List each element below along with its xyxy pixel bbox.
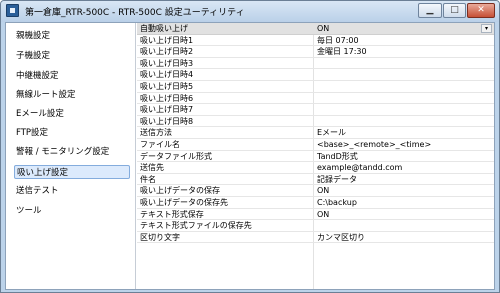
property-name: 自動吸い上げ <box>140 24 188 33</box>
property-name: 区切り文字 <box>140 232 180 242</box>
property-name: 吸い上げ日時8 <box>140 116 194 126</box>
property-row[interactable]: 吸い上げデータの保存 ON <box>137 185 494 197</box>
close-button[interactable]: ✕ <box>467 3 495 18</box>
property-value[interactable]: ON <box>317 209 329 220</box>
app-window: 第一倉庫_RTR-500C - RTR-500C 設定ユーティリティ ▁ □ ✕… <box>0 0 500 293</box>
property-row[interactable]: 送信先 example@tandd.com <box>137 162 494 174</box>
maximize-button[interactable]: □ <box>443 3 466 18</box>
property-row[interactable]: 件名 記録データ <box>137 174 494 186</box>
property-row[interactable]: データファイル形式 TandD形式 <box>137 151 494 163</box>
window-title: 第一倉庫_RTR-500C - RTR-500C 設定ユーティリティ <box>25 8 245 18</box>
property-value[interactable]: 金曜日 17:30 <box>317 46 367 57</box>
property-name: 件名 <box>140 174 156 184</box>
property-row[interactable]: 吸い上げ日時4 <box>137 69 494 81</box>
property-name: 吸い上げデータの保存先 <box>140 198 228 207</box>
property-row[interactable]: 吸い上げ日時8 <box>137 116 494 128</box>
property-row[interactable]: 送信方法 Eメール <box>137 127 494 139</box>
property-name: 吸い上げデータの保存 <box>140 186 220 196</box>
property-value[interactable]: <base>_<remote>_<time> <box>317 139 431 150</box>
property-row[interactable]: 吸い上げ日時2 金曜日 17:30 <box>137 46 494 58</box>
sidebar-item[interactable]: 中継機設定 <box>14 69 130 83</box>
property-name: ファイル名 <box>140 140 180 149</box>
property-row[interactable]: 自動吸い上げ ON ▾ <box>137 23 494 35</box>
property-row[interactable]: 吸い上げ日時5 <box>137 81 494 93</box>
app-icon[interactable] <box>6 4 19 17</box>
property-row[interactable]: テキスト形式ファイルの保存先 <box>137 220 494 232</box>
property-value[interactable]: C:\backup <box>317 197 357 208</box>
property-value[interactable]: example@tandd.com <box>317 162 402 173</box>
client-area: 親機設定子機設定中継機設定無線ルート設定 Eメール設定 FTP設定警報 / モニタリ… <box>5 22 495 290</box>
property-name: 吸い上げ日時5 <box>140 82 194 91</box>
property-value[interactable]: カンマ区切り <box>317 232 365 243</box>
chevron-down-icon[interactable]: ▾ <box>481 24 492 33</box>
property-value[interactable]: TandD形式 <box>317 151 358 162</box>
property-row[interactable]: 吸い上げデータの保存先 C:\backup <box>137 197 494 209</box>
property-value[interactable]: 毎日 07:00 <box>317 35 359 46</box>
property-name: 吸い上げ日時2 <box>140 47 194 57</box>
property-name: 吸い上げ日時1 <box>140 35 194 45</box>
property-value[interactable]: 記録データ <box>317 174 357 185</box>
sidebar-item[interactable]: 送信テスト <box>14 184 130 198</box>
sidebar-item[interactable]: 親機設定 <box>14 29 130 43</box>
property-row[interactable]: ファイル名 <base>_<remote>_<time> <box>137 139 494 151</box>
property-row[interactable]: 吸い上げ日時6 <box>137 93 494 105</box>
sidebar-item[interactable]: FTP設定 <box>14 126 130 140</box>
minimize-button[interactable]: ▁ <box>418 3 442 18</box>
property-name: 吸い上げ日時7 <box>140 105 194 115</box>
title-bar[interactable]: 第一倉庫_RTR-500C - RTR-500C 設定ユーティリティ ▁ □ ✕ <box>1 1 499 22</box>
property-name: 吸い上げ日時3 <box>140 58 194 68</box>
property-row[interactable]: 吸い上げ日時7 <box>137 104 494 116</box>
property-name: 吸い上げ日時4 <box>140 70 194 80</box>
property-value[interactable]: Eメール <box>317 127 346 138</box>
sidebar-item[interactable]: 吸い上げ設定 <box>14 165 130 179</box>
property-name: 送信方法 <box>140 128 172 138</box>
property-name: テキスト形式ファイルの保存先 <box>140 221 252 231</box>
property-value[interactable]: ON <box>317 185 329 196</box>
property-value[interactable]: ON <box>317 23 329 34</box>
property-name: 送信先 <box>140 163 164 173</box>
property-grid: 自動吸い上げ ON ▾ 吸い上げ日時1 毎日 07:00 吸い上げ日時2 金曜日 17:30… <box>137 23 494 289</box>
sidebar-item[interactable]: 無線ルート設定 <box>14 88 130 102</box>
sidebar-item[interactable]: Eメール設定 <box>14 107 130 121</box>
property-row[interactable]: 区切り文字 カンマ区切り <box>137 232 494 244</box>
property-name: データファイル形式 <box>140 151 212 161</box>
sidebar-item[interactable]: ツール <box>14 204 130 218</box>
property-row[interactable]: 吸い上げ日時1 毎日 07:00 <box>137 35 494 47</box>
property-name: 吸い上げ日時6 <box>140 93 194 103</box>
sidebar-item[interactable]: 子機設定 <box>14 49 130 63</box>
property-row[interactable]: 吸い上げ日時3 <box>137 58 494 70</box>
sidebar-item[interactable]: 警報 / モニタリング設定 <box>14 145 130 159</box>
property-name: テキスト形式保存 <box>140 209 204 219</box>
property-row[interactable]: テキスト形式保存 ON <box>137 209 494 221</box>
settings-category-list: 親機設定子機設定中継機設定無線ルート設定 Eメール設定 FTP設定警報 / モニタリ… <box>6 23 136 289</box>
